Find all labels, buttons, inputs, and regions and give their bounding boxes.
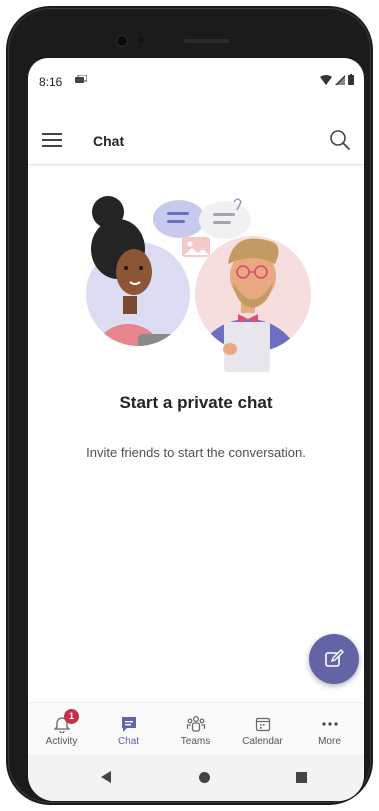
new-chat-button[interactable]	[309, 634, 359, 684]
system-nav-bar	[28, 754, 364, 801]
tab-chat[interactable]: Chat	[95, 703, 162, 755]
phone-screen: 8:16 Chat Start a private chat Invite fr…	[28, 58, 364, 801]
bottom-tab-bar: 1 Activity Chat Teams Calendar More	[28, 702, 364, 755]
search-icon[interactable]	[328, 128, 352, 152]
home-icon[interactable]	[199, 772, 210, 783]
tab-label: Activity	[45, 736, 78, 747]
compose-icon	[325, 649, 344, 667]
tab-calendar[interactable]: Calendar	[229, 703, 296, 755]
front-camera	[116, 35, 128, 47]
tab-teams[interactable]: Teams	[162, 703, 229, 755]
tab-label: Chat	[117, 736, 140, 747]
proximity-sensor	[138, 37, 144, 43]
back-icon[interactable]	[101, 771, 111, 783]
tab-label: Teams	[180, 736, 211, 747]
app-bar: Chat	[28, 118, 364, 165]
tab-activity[interactable]: 1 Activity	[28, 703, 95, 755]
hamburger-menu-icon[interactable]	[42, 130, 64, 150]
phone-frame: 8:16 Chat Start a private chat Invite fr…	[6, 6, 373, 805]
tab-label: Calendar	[242, 736, 283, 747]
activity-badge: 1	[64, 709, 79, 724]
tab-label: More	[318, 736, 341, 747]
status-bar: 8:16	[28, 58, 364, 100]
wifi-icon	[320, 74, 332, 85]
chat-icon	[121, 716, 136, 732]
more-icon	[321, 722, 338, 726]
notification-icon	[75, 74, 88, 88]
calendar-icon	[255, 717, 270, 732]
empty-state-subtitle: Invite friends to start the conversation…	[86, 445, 306, 460]
empty-state-title: Start a private chat	[119, 393, 273, 412]
page-title: Chat	[93, 133, 125, 149]
signal-icon	[335, 74, 345, 85]
teams-icon	[186, 715, 205, 732]
status-icons	[320, 74, 354, 85]
chat-illustration	[86, 196, 311, 372]
battery-icon	[348, 74, 354, 85]
recents-icon[interactable]	[296, 772, 307, 783]
earpiece-speaker	[184, 39, 230, 43]
status-time: 8:16	[39, 75, 63, 89]
tab-more[interactable]: More	[296, 703, 363, 755]
